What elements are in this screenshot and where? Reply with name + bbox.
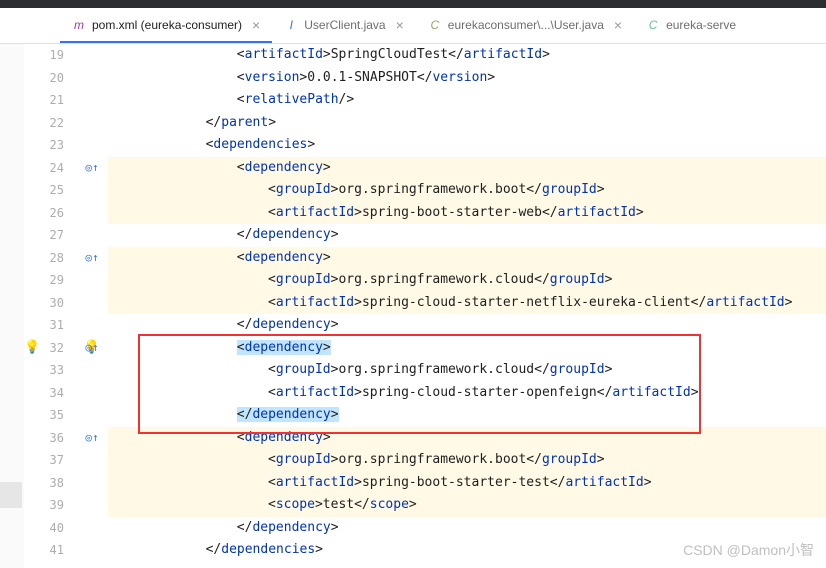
code-line[interactable]: </dependencies> (108, 539, 323, 562)
code-line[interactable]: <groupId>org.springframework.boot</group… (108, 449, 605, 472)
code-line[interactable]: <artifactId>spring-boot-starter-test</ar… (108, 472, 652, 495)
tab-label: eureka-serve (666, 18, 736, 32)
line-number[interactable]: 22 (24, 112, 64, 135)
code-line[interactable]: <artifactId>spring-cloud-starter-openfei… (108, 382, 699, 405)
tab-file-icon: m (72, 18, 86, 32)
collapse-handle[interactable] (0, 482, 22, 508)
tab-2[interactable]: Ceurekaconsumer\...\User.java × (416, 8, 634, 43)
tab-label: pom.xml (eureka-consumer) (92, 18, 242, 32)
line-number[interactable]: 39 (24, 494, 64, 517)
tab-file-icon: C (428, 18, 442, 32)
line-number[interactable]: 23 (24, 134, 64, 157)
code-line[interactable]: <groupId>org.springframework.cloud</grou… (108, 269, 612, 292)
target-icon: ◎↑ (85, 341, 98, 354)
code-line[interactable]: <groupId>org.springframework.boot</group… (108, 179, 605, 202)
tab-3[interactable]: Ceureka-serve (634, 8, 748, 43)
close-icon[interactable]: × (252, 17, 260, 33)
tab-label: eurekaconsumer\...\User.java (448, 18, 604, 32)
code-line[interactable]: <dependency> (108, 427, 331, 450)
tab-1[interactable]: I UserClient.java × (272, 8, 416, 43)
code-line[interactable]: <artifactId>SpringCloudTest</artifactId> (108, 44, 550, 67)
code-line[interactable]: </dependency> (108, 517, 339, 540)
target-icon: ◎↑ (85, 431, 98, 444)
code-line[interactable]: <version>0.0.1-SNAPSHOT</version> (108, 67, 495, 90)
line-number[interactable]: 35 (24, 404, 64, 427)
line-number[interactable]: 37 (24, 449, 64, 472)
window-topbar (0, 0, 826, 8)
code-line[interactable]: <dependency> (108, 157, 331, 180)
inspection-marks: ◎↑◎↑💡💡◎↑◎↑ (80, 44, 108, 568)
line-number[interactable]: 29 (24, 269, 64, 292)
line-number[interactable]: 25 (24, 179, 64, 202)
code-line[interactable]: <artifactId>spring-cloud-starter-netflix… (108, 292, 792, 315)
code-line[interactable]: <groupId>org.springframework.cloud</grou… (108, 359, 612, 382)
tab-file-icon: C (646, 18, 660, 32)
gutter-outer (0, 44, 24, 568)
watermark: CSDN @Damon小智 (683, 540, 814, 560)
line-number[interactable]: 26 (24, 202, 64, 225)
line-number[interactable]: 33 (24, 359, 64, 382)
line-number[interactable]: 19 (24, 44, 64, 67)
code-area[interactable]: <artifactId>SpringCloudTest</artifactId>… (108, 44, 826, 568)
editor-tabs: m pom.xml (eureka-consumer) × I UserClient.j… (0, 8, 826, 44)
code-line[interactable]: <scope>test</scope> (108, 494, 417, 517)
code-line[interactable]: <relativePath/> (108, 89, 354, 112)
code-line[interactable]: </parent> (108, 112, 276, 135)
code-line[interactable]: <dependencies> (108, 134, 315, 157)
tab-file-icon: I (284, 18, 298, 32)
code-line[interactable]: <dependency> (108, 247, 331, 270)
line-number[interactable]: 21 (24, 89, 64, 112)
code-line[interactable]: </dependency> (108, 404, 339, 427)
code-line[interactable]: <artifactId>spring-boot-starter-web</art… (108, 202, 644, 225)
line-number[interactable]: 20 (24, 67, 64, 90)
target-icon: ◎↑ (85, 161, 98, 174)
editor-container: 1920212223242526272829303132333435363738… (0, 44, 826, 568)
target-icon: ◎↑ (85, 251, 98, 264)
line-number[interactable]: 27 (24, 224, 64, 247)
line-number[interactable]: 36 (24, 427, 64, 450)
line-number[interactable]: 30 (24, 292, 64, 315)
line-number[interactable]: 31 (24, 314, 64, 337)
tab-label: UserClient.java (304, 18, 385, 32)
close-icon[interactable]: × (396, 17, 404, 33)
line-number[interactable]: 34 (24, 382, 64, 405)
tab-0[interactable]: m pom.xml (eureka-consumer) × (60, 8, 272, 43)
line-number-gutter[interactable]: 1920212223242526272829303132333435363738… (24, 44, 80, 568)
code-line[interactable]: </dependency> (108, 314, 339, 337)
line-number[interactable]: 24 (24, 157, 64, 180)
line-number[interactable]: 28 (24, 247, 64, 270)
code-line[interactable]: </dependency> (108, 224, 339, 247)
line-number[interactable]: 38 (24, 472, 64, 495)
bulb-icon[interactable]: 💡 (24, 340, 40, 355)
line-number[interactable]: 41 (24, 539, 64, 562)
close-icon[interactable]: × (614, 17, 622, 33)
line-number[interactable]: 40 (24, 517, 64, 540)
code-line[interactable]: <dependency> (108, 337, 331, 360)
